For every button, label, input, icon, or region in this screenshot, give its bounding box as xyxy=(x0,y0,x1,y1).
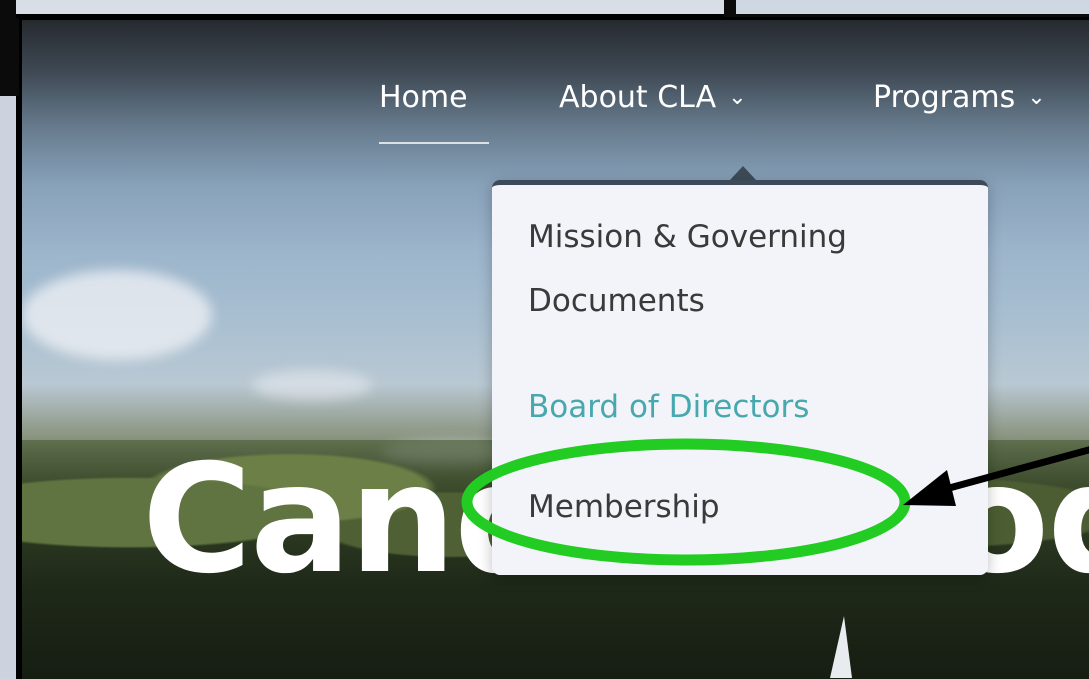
cloud xyxy=(252,370,372,400)
nav-programs[interactable]: Programs ⌄ xyxy=(873,80,1046,115)
nav-home-label: Home xyxy=(379,80,468,115)
nav-home[interactable]: Home xyxy=(379,80,468,115)
nav-about-label: About CLA xyxy=(559,80,717,115)
dropdown-item-board[interactable]: Board of Directors xyxy=(528,375,809,439)
background-window-top-left xyxy=(0,0,724,18)
screenshot-stage: Candlewood La Home About CLA⌄ Programs⌄ … xyxy=(0,0,1089,679)
chevron-down-icon: ⌄ xyxy=(728,85,747,110)
background-window-left xyxy=(0,96,19,679)
sailboat xyxy=(830,616,852,678)
cloud xyxy=(22,270,212,360)
nav-about-cla[interactable]: About CLA ⌄ xyxy=(559,80,747,115)
background-window-corner xyxy=(0,0,16,96)
dropdown-item-membership[interactable]: Membership xyxy=(528,475,720,539)
nav-programs-label: Programs xyxy=(873,80,1016,115)
dropdown-item-mission[interactable]: Mission & Governing Documents xyxy=(528,205,847,333)
chevron-down-icon: ⌄ xyxy=(1027,85,1046,110)
dropdown-item-mission-line2: Documents xyxy=(528,283,705,319)
dropdown-caret-icon xyxy=(730,166,756,180)
active-nav-underline xyxy=(379,142,489,144)
background-window-top-right xyxy=(736,0,1089,14)
about-dropdown-menu: Mission & Governing Documents Board of D… xyxy=(492,180,988,575)
main-navigation: Home About CLA ⌄ Programs ⌄ xyxy=(22,80,1089,144)
website-hero: Candlewood La Home About CLA⌄ Programs⌄ … xyxy=(19,17,1089,679)
dropdown-item-mission-line1: Mission & Governing xyxy=(528,219,847,255)
